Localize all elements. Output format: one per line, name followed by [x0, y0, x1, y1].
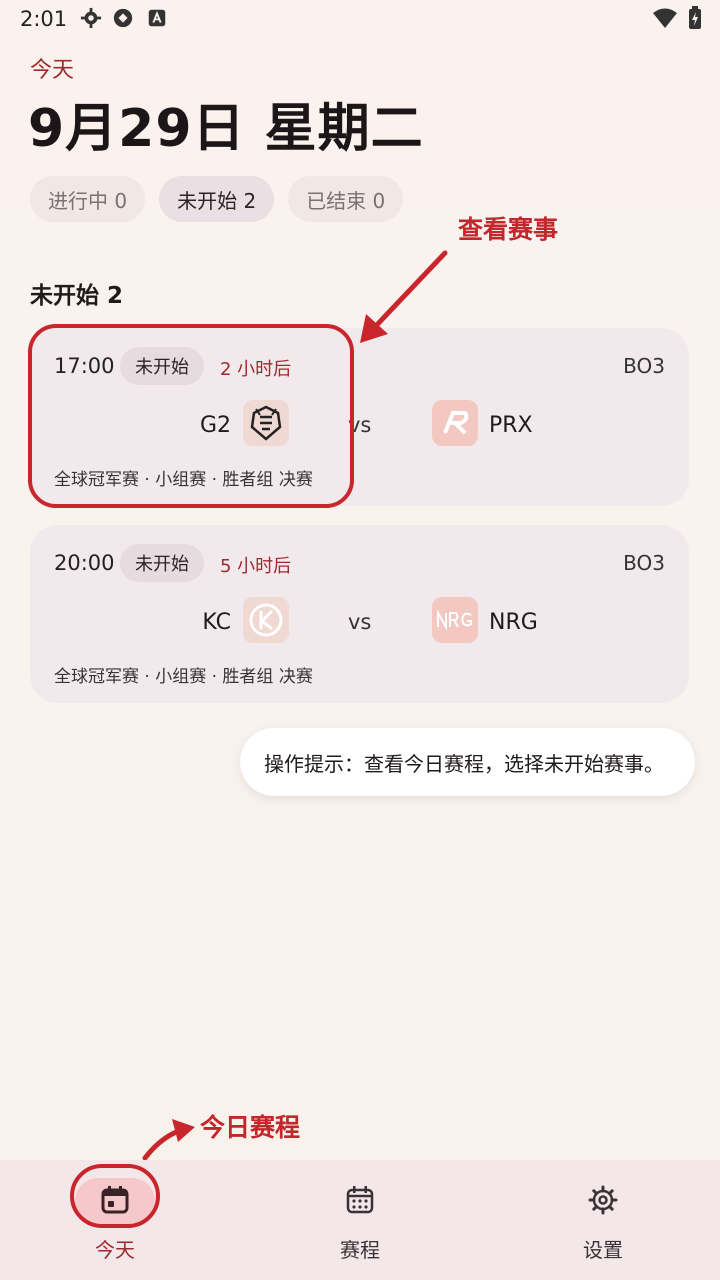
filter-chip-upcoming[interactable]: 未开始 2 — [159, 176, 275, 222]
nav-item-schedule[interactable]: 赛程 — [280, 1160, 440, 1280]
match-league: 全球冠军赛 · 小组赛 · 胜者组 决赛 — [54, 667, 313, 687]
arrow-today-schedule — [142, 1127, 185, 1161]
team-b-name: PRX — [489, 413, 533, 438]
annotation-today-schedule: 今日赛程 — [200, 1113, 301, 1142]
annotation-view-match: 查看赛事 — [458, 215, 559, 244]
gear-icon — [573, 1182, 633, 1218]
kc-logo-icon — [243, 597, 289, 643]
nav-label-settings: 设置 — [583, 1238, 623, 1262]
page-title: 9月29日 星期二 — [28, 99, 424, 159]
nav-item-settings[interactable]: 设置 — [523, 1160, 683, 1280]
status-bar: 2:01 — [0, 0, 720, 38]
section-title: 未开始 2 — [30, 283, 124, 309]
match-format: BO3 — [623, 354, 665, 378]
match-card-2[interactable]: 20:00 未开始 5 小时后 BO3 KC vs NRG 全球冠军赛 · 小组… — [30, 525, 689, 703]
match-status-badge: 未开始 — [120, 544, 204, 582]
match-format: BO3 — [623, 551, 665, 575]
status-time: 2:01 — [20, 7, 68, 31]
team-a-name: KC — [202, 610, 231, 635]
filter-chips: 进行中 0 未开始 2 已结束 0 — [30, 176, 404, 222]
app-screen: 2:01 今天 9月29日 星期二 进行中 0 未开始 2 已结束 0 查看赛事… — [0, 0, 720, 1280]
status-right — [652, 6, 702, 30]
filter-chip-finished[interactable]: 已结束 0 — [288, 176, 404, 222]
team-b-name: NRG — [489, 610, 538, 635]
vs-label: vs — [348, 610, 372, 634]
tip-bubble: 操作提示：查看今日赛程，选择未开始赛事。 — [240, 728, 695, 796]
settings-status-icon — [80, 7, 102, 29]
calendar-grid-icon — [330, 1182, 390, 1218]
sync-status-icon — [113, 8, 133, 28]
arrow-view-match — [369, 250, 448, 333]
filter-chip-live[interactable]: 进行中 0 — [30, 176, 146, 222]
app-status-icon — [148, 9, 166, 27]
highlight-match-card — [28, 324, 354, 508]
highlight-nav-today — [70, 1164, 160, 1228]
today-label: 今天 — [30, 58, 75, 83]
battery-icon — [689, 6, 701, 29]
match-countdown: 5 小时后 — [220, 556, 292, 577]
prx-logo-icon — [432, 400, 478, 446]
nrg-logo-icon — [432, 597, 478, 643]
match-time: 20:00 — [54, 551, 115, 575]
wifi-icon — [653, 8, 677, 28]
nav-label-today: 今天 — [95, 1238, 135, 1262]
nav-label-schedule: 赛程 — [340, 1238, 380, 1262]
